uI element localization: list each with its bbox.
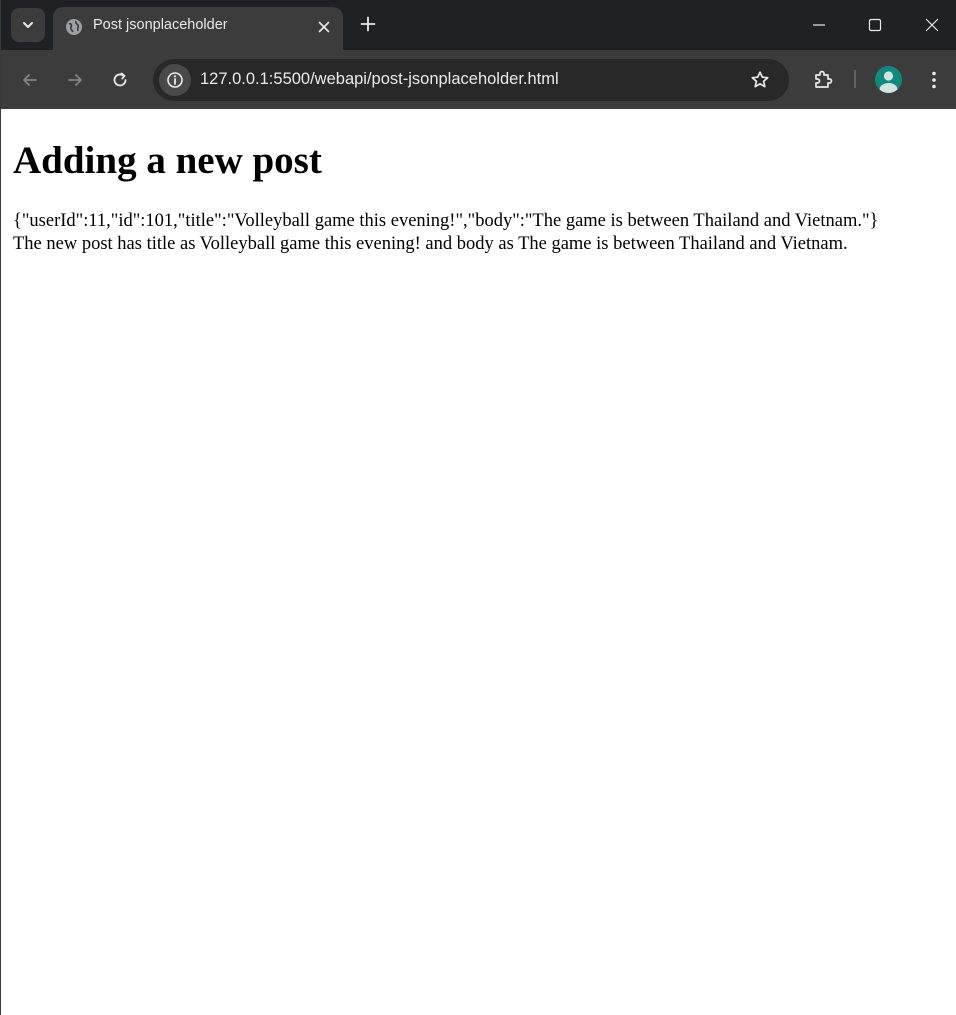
globe-icon (66, 19, 82, 35)
close-icon (318, 21, 330, 33)
star-icon (751, 71, 769, 88)
tab-active[interactable]: Post jsonplaceholder (53, 7, 343, 50)
browser-menu-button[interactable] (919, 64, 949, 96)
minimize-icon (813, 24, 825, 26)
window-close-button[interactable] (912, 8, 952, 42)
close-icon (925, 18, 939, 32)
tab-strip: Post jsonplaceholder (1, 0, 956, 50)
response-json-text: {"userId":11,"id":101,"title":"Volleybal… (13, 211, 879, 231)
browser-toolbar: 127.0.0.1:5500/webapi/post-jsonplacehold… (1, 50, 956, 109)
info-icon (167, 72, 183, 88)
browser-window: Post jsonplaceholder 127.0.0.1:5500/weba… (0, 0, 956, 1015)
plus-icon (360, 16, 376, 32)
reload-button[interactable] (104, 64, 136, 96)
url-text[interactable]: 127.0.0.1:5500/webapi/post-jsonplacehold… (200, 70, 559, 89)
tab-close-button[interactable] (313, 16, 335, 38)
bookmark-button[interactable] (745, 65, 775, 95)
extensions-button[interactable] (807, 64, 839, 96)
site-info-button[interactable] (159, 64, 191, 96)
tab-search-button[interactable] (11, 8, 45, 42)
more-vertical-icon (932, 71, 936, 89)
tab-title: Post jsonplaceholder (93, 17, 228, 33)
minimize-button[interactable] (799, 8, 839, 42)
maximize-icon (868, 18, 882, 32)
maximize-button[interactable] (855, 8, 895, 42)
arrow-left-icon (23, 74, 37, 86)
address-bar[interactable]: 127.0.0.1:5500/webapi/post-jsonplacehold… (153, 59, 789, 101)
reload-icon (113, 72, 127, 87)
chevron-down-icon (23, 22, 33, 28)
page-title: Adding a new post (13, 139, 322, 182)
new-tab-button[interactable] (353, 9, 383, 39)
profile-avatar-button[interactable] (875, 66, 902, 93)
post-summary-text: The new post has title as Volleyball gam… (13, 234, 848, 254)
arrow-right-icon (68, 74, 82, 86)
back-button[interactable] (14, 64, 46, 96)
page-viewport: Adding a new post {"userId":11,"id":101,… (1, 109, 956, 1015)
toolbar-divider (854, 70, 856, 88)
forward-button[interactable] (59, 64, 91, 96)
puzzle-icon (815, 70, 833, 88)
person-icon (879, 71, 898, 93)
